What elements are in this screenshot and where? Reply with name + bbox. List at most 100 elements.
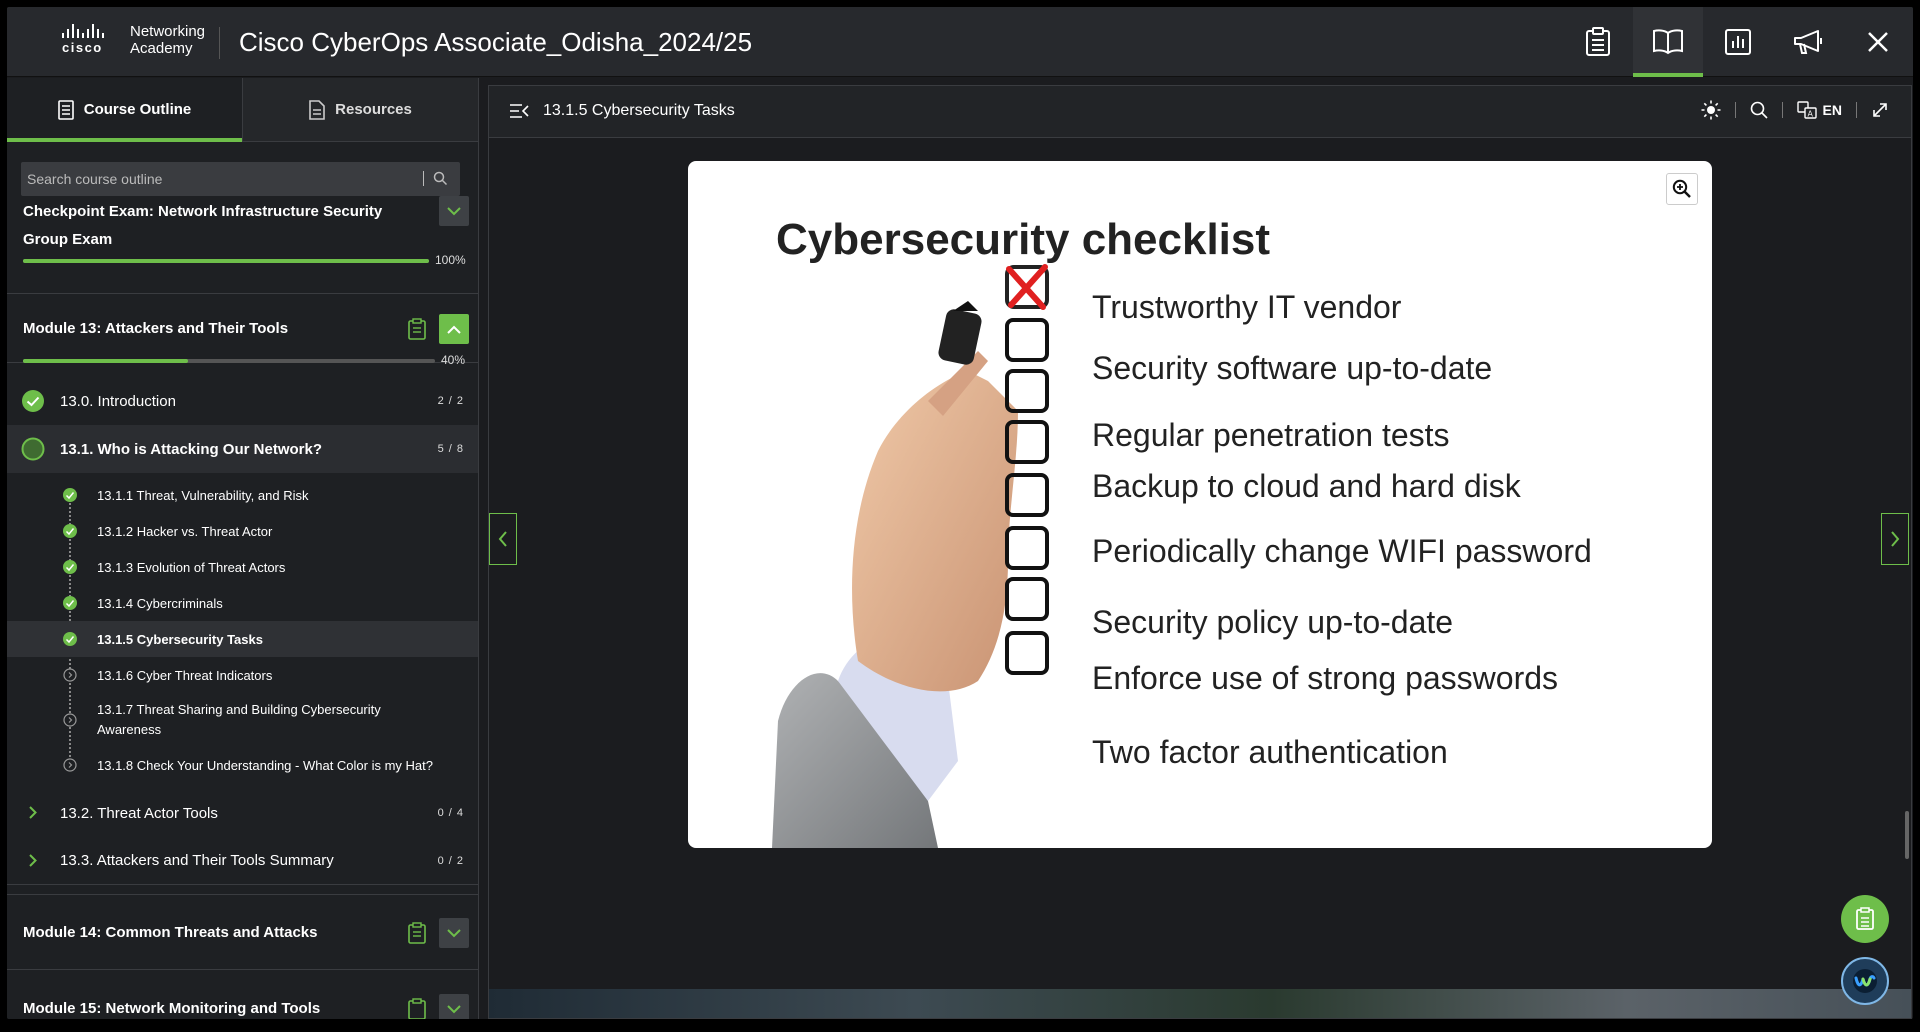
clipboard-button[interactable] — [1563, 7, 1633, 77]
scrollbar[interactable] — [1905, 811, 1909, 859]
checkbox-2 — [1005, 318, 1049, 362]
checkpoint-title: Checkpoint Exam: Network Infrastructure … — [23, 203, 383, 248]
separator — [1781, 102, 1783, 118]
lesson-13-0[interactable]: 13.0. Introduction 2 / 2 — [7, 377, 478, 425]
chevron-right-icon — [29, 854, 37, 867]
collapse-menu-icon[interactable] — [509, 103, 529, 119]
lesson-count: 0 / 4 — [437, 807, 464, 819]
topic-13-1-5[interactable]: 13.1.5 Cybersecurity Tasks — [7, 621, 478, 657]
module-14-header[interactable]: Module 14: Common Threats and Attacks — [7, 894, 478, 970]
module-13-collapse-button[interactable] — [439, 314, 469, 344]
content-area: Cybersecurity checklist Trustworthy IT v… — [489, 139, 1911, 1018]
fullscreen-icon[interactable] — [1871, 101, 1889, 119]
clipboard-icon[interactable] — [408, 318, 426, 340]
module-13-header[interactable]: Module 13: Attackers and Their Tools 40% — [7, 294, 478, 367]
module-14-expand-button[interactable] — [439, 918, 469, 948]
topic-title: 13.1.6 Cyber Threat Indicators — [97, 667, 273, 683]
book-icon — [1653, 29, 1683, 55]
module-13-progress-fill — [23, 359, 188, 363]
lesson-title: 13.0. Introduction — [60, 392, 176, 410]
divider — [219, 27, 220, 59]
chevron-right-icon — [1891, 531, 1900, 547]
lesson-title: 13.1. Who is Attacking Our Network? — [60, 440, 322, 458]
topic-13-1-8[interactable]: 13.1.8 Check Your Understanding - What C… — [7, 747, 478, 783]
check-circle-icon — [22, 390, 44, 412]
content-header: 13.1.5 Cybersecurity Tasks A EN — [489, 86, 1911, 138]
close-icon — [1868, 32, 1888, 52]
top-toolbar — [1563, 7, 1913, 77]
grades-button[interactable] — [1703, 7, 1773, 77]
lesson-13-2[interactable]: 13.2. Threat Actor Tools 0 / 4 — [7, 789, 478, 837]
checkbox-6 — [1005, 526, 1049, 570]
logo-line-2: Academy — [130, 40, 193, 57]
close-button[interactable] — [1843, 7, 1913, 77]
megaphone-icon — [1794, 30, 1822, 54]
language-selector[interactable]: A EN — [1796, 101, 1842, 119]
chevron-left-icon — [498, 531, 507, 547]
sidebar-tabs: Course Outline Resources — [7, 78, 478, 142]
clipboard-icon[interactable] — [408, 998, 426, 1019]
checklist-item: Periodically change WIFI password — [1092, 533, 1592, 569]
topic-title: 13.1.7 Threat Sharing and Building Cyber… — [97, 702, 381, 737]
topic-13-1-7[interactable]: 13.1.7 Threat Sharing and Building Cyber… — [7, 693, 478, 747]
clipboard-icon[interactable] — [408, 922, 426, 944]
course-title: Cisco CyberOps Associate_Odisha_2024/25 — [239, 27, 753, 57]
checkpoint-exam-item[interactable]: Checkpoint Exam: Network Infrastructure … — [7, 196, 478, 294]
cisco-logo-mark: cisco — [62, 24, 126, 56]
zoom-button[interactable] — [1666, 173, 1698, 205]
checklist-item: Regular penetration tests — [1092, 417, 1450, 453]
document-icon — [309, 99, 325, 120]
logo-line-1: Networking — [130, 23, 206, 40]
topic-13-1-3[interactable]: 13.1.3 Evolution of Threat Actors — [7, 549, 478, 585]
translate-icon: A — [1796, 101, 1817, 119]
search-icon[interactable] — [1750, 101, 1768, 119]
check-circle-icon — [63, 524, 77, 538]
module-15-expand-button[interactable] — [439, 994, 469, 1019]
in-progress-circle-icon — [21, 437, 45, 461]
tab-resources[interactable]: Resources — [243, 78, 478, 141]
chevron-circle-icon — [63, 758, 77, 772]
topic-title: 13.1.5 Cybersecurity Tasks — [97, 631, 263, 647]
search-icon[interactable] — [433, 171, 448, 186]
check-circle-icon — [63, 560, 77, 574]
chart-icon — [1725, 29, 1751, 55]
check-circle-icon — [63, 488, 77, 502]
clipboard-icon — [1586, 27, 1610, 56]
module-15-title: Module 15: Network Monitoring and Tools — [23, 1000, 321, 1017]
checkbox-5 — [1005, 473, 1049, 517]
checkbox-1 — [1005, 264, 1049, 311]
search-input[interactable] — [21, 162, 460, 196]
next-image-preview — [489, 989, 1911, 1018]
announcements-button[interactable] — [1773, 7, 1843, 77]
module-14-title: Module 14: Common Threats and Attacks — [23, 924, 318, 941]
topic-title: 13.1.8 Check Your Understanding - What C… — [97, 757, 434, 773]
check-circle-icon — [63, 632, 77, 646]
check-circle-icon — [63, 596, 77, 610]
checklist-item: Two factor authentication — [1092, 734, 1448, 770]
chevron-right-icon — [29, 806, 37, 819]
topic-13-1-2[interactable]: 13.1.2 Hacker vs. Threat Actor — [7, 513, 478, 549]
topic-13-1-1[interactable]: 13.1.1 Threat, Vulnerability, and Risk — [7, 477, 478, 513]
logo-text: Networking Academy — [130, 23, 205, 57]
previous-page-button[interactable] — [489, 513, 517, 565]
cisco-logo[interactable]: cisco Networking Academy — [62, 23, 205, 57]
checkpoint-progress-bar — [23, 259, 429, 263]
assessment-fab-button[interactable] — [1841, 895, 1889, 943]
topic-title: 13.1.3 Evolution of Threat Actors — [97, 559, 286, 575]
module-13-title: Module 13: Attackers and Their Tools — [23, 320, 289, 337]
brightness-icon[interactable] — [1701, 100, 1721, 120]
checkpoint-progress-label: 100% — [435, 253, 466, 267]
tab-course-outline[interactable]: Course Outline — [7, 78, 243, 142]
lesson-13-3[interactable]: 13.3. Attackers and Their Tools Summary … — [7, 837, 478, 885]
checkpoint-progress-fill — [23, 259, 429, 263]
chevron-circle-icon — [63, 668, 77, 682]
module-15-header[interactable]: Module 15: Network Monitoring and Tools — [7, 970, 478, 1019]
topic-13-1-6[interactable]: 13.1.6 Cyber Threat Indicators — [7, 657, 478, 693]
lesson-13-1[interactable]: 13.1. Who is Attacking Our Network? 5 / … — [7, 425, 478, 473]
book-button[interactable] — [1633, 7, 1703, 77]
topic-13-1-4[interactable]: 13.1.4 Cybercriminals — [7, 585, 478, 621]
next-page-button[interactable] — [1881, 513, 1909, 565]
checkpoint-expand-button[interactable] — [439, 196, 469, 226]
module-13-progress-bar — [23, 359, 435, 363]
webex-chat-button[interactable] — [1841, 957, 1889, 1005]
